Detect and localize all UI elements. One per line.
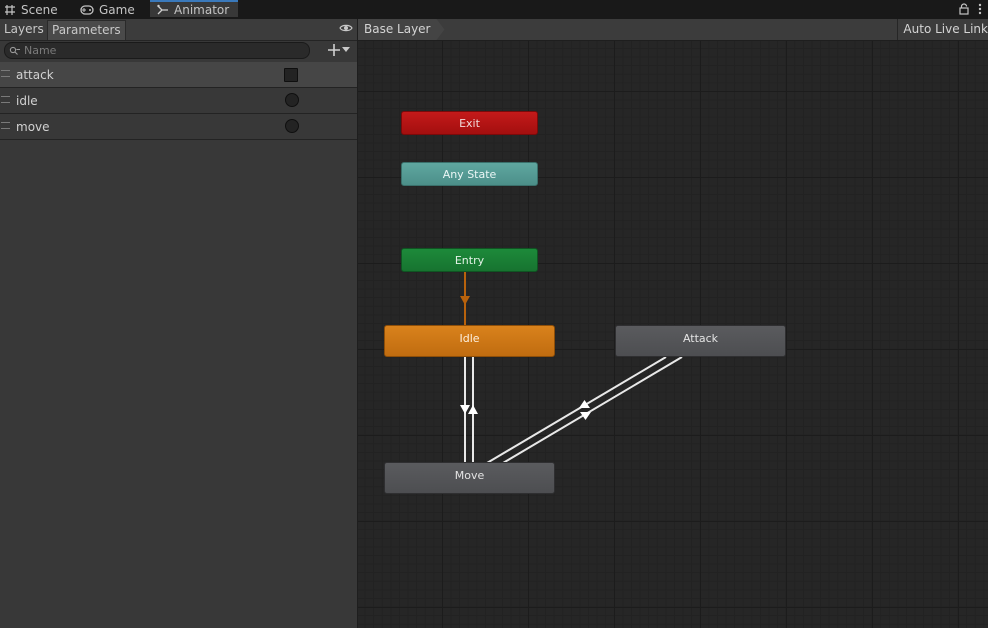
gamepad-icon (80, 4, 94, 15)
parameter-search-input[interactable]: Name (4, 42, 310, 59)
trigger-checkbox[interactable] (284, 68, 298, 82)
panel-subtabs: Layers Parameters (0, 19, 357, 41)
tab-scene-label: Scene (21, 2, 58, 17)
tab-layers[interactable]: Layers (0, 20, 48, 39)
chevron-down-icon (342, 47, 350, 52)
state-any-state[interactable]: Any State (401, 162, 538, 186)
window-tab-bar: Scene Game Animator (0, 0, 988, 19)
state-exit[interactable]: Exit (401, 111, 538, 135)
grid-icon (5, 4, 15, 15)
search-icon (9, 46, 20, 55)
auto-live-link-button[interactable]: Auto Live Link (897, 19, 988, 40)
state-move[interactable]: Move (384, 462, 555, 494)
tab-animator[interactable]: Animator (150, 0, 238, 17)
drag-handle-icon[interactable] (1, 96, 10, 103)
parameter-list: attack idle move (0, 62, 357, 140)
tab-game[interactable]: Game (80, 0, 135, 19)
parameter-name: move (16, 120, 50, 134)
animator-icon (157, 4, 168, 14)
parameter-row-idle[interactable]: idle (0, 88, 357, 114)
parameter-name: idle (16, 94, 38, 108)
more-options-icon[interactable] (978, 2, 982, 16)
tab-animator-label: Animator (174, 2, 230, 17)
drag-handle-icon[interactable] (1, 122, 10, 129)
parameters-panel: Layers Parameters Name attack idle move (0, 19, 358, 628)
parameter-row-move[interactable]: move (0, 114, 357, 140)
tab-game-label: Game (99, 2, 135, 17)
breadcrumb-base-layer[interactable]: Base Layer (358, 19, 445, 40)
add-parameter-button[interactable] (327, 42, 350, 58)
search-placeholder: Name (24, 44, 57, 57)
trigger-radio[interactable] (285, 119, 299, 133)
tab-scene[interactable]: Scene (4, 0, 58, 19)
tab-parameters[interactable]: Parameters (47, 20, 126, 40)
parameter-name: attack (16, 68, 54, 82)
lock-icon[interactable] (959, 2, 969, 16)
state-idle[interactable]: Idle (384, 325, 555, 357)
state-attack[interactable]: Attack (615, 325, 786, 357)
eye-icon[interactable] (339, 22, 353, 36)
drag-handle-icon[interactable] (1, 70, 10, 77)
state-entry[interactable]: Entry (401, 248, 538, 272)
breadcrumb: Base Layer Auto Live Link (358, 19, 988, 41)
trigger-radio[interactable] (285, 93, 299, 107)
plus-icon (328, 44, 340, 56)
parameter-row-attack[interactable]: attack (0, 62, 357, 88)
search-row: Name (0, 40, 357, 62)
